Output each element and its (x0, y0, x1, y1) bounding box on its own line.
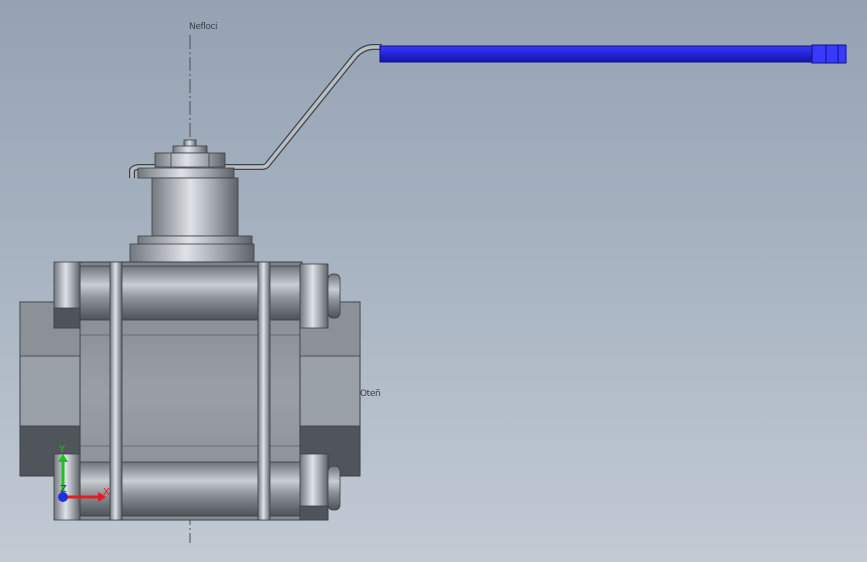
triad-y-label: Y (58, 444, 66, 455)
top-bolt (53, 261, 341, 329)
right-clamp-band (257, 261, 271, 521)
triad-z-label: Z (60, 484, 67, 495)
valve-stem (172, 139, 208, 154)
side-annotation-label: Oteñ (360, 389, 380, 399)
left-clamp-band (109, 261, 123, 521)
cad-viewport[interactable]: Nefloci Oteñ X Y Z (0, 0, 867, 562)
stem-nut (154, 152, 226, 168)
triad-x-label: X (103, 487, 110, 498)
bottom-bolt (53, 453, 341, 521)
handle-plate (137, 167, 235, 179)
top-annotation-label: Nefloci (189, 22, 217, 32)
bonnet-body (129, 177, 255, 267)
handle-grip[interactable] (379, 45, 813, 63)
valve-handle[interactable] (129, 44, 847, 178)
handle-grip-tip (811, 44, 847, 64)
